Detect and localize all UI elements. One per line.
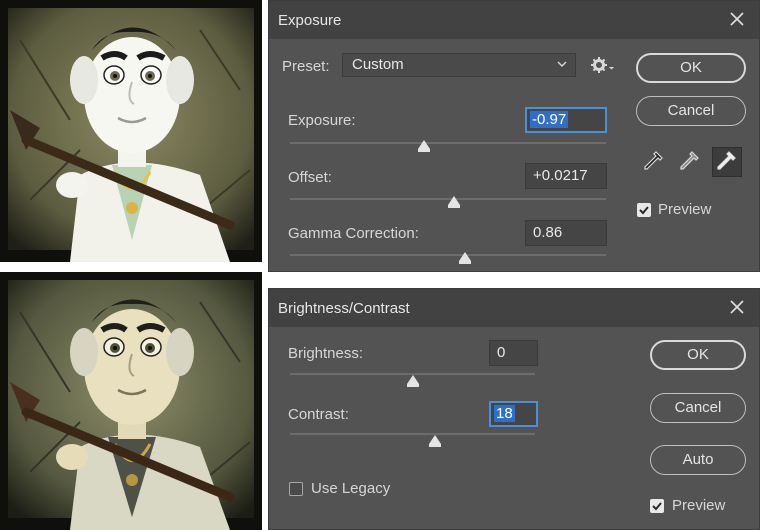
gamma-slider-track[interactable] <box>290 254 606 256</box>
exposure-preview-checkbox[interactable] <box>637 203 651 217</box>
brightness-contrast-dialog: Brightness/Contrast Brightness: 0 Contra… <box>268 288 760 530</box>
offset-slider-thumb[interactable] <box>448 196 461 208</box>
auto-button[interactable]: Auto <box>650 445 746 475</box>
black-point-eyedropper-icon[interactable] <box>640 148 670 178</box>
brightness-slider-thumb[interactable] <box>406 375 419 387</box>
contrast-value: 18 <box>494 405 515 422</box>
offset-label: Offset: <box>288 169 332 186</box>
brightness-value: 0 <box>497 344 506 361</box>
brightness-label: Brightness: <box>288 345 364 362</box>
brightness-contrast-dialog-title: Brightness/Contrast <box>278 300 410 317</box>
brightness-contrast-adjusted-character-image <box>0 272 262 530</box>
offset-value-field[interactable]: +0.0217 <box>525 163 607 189</box>
checkmark-icon <box>652 502 662 511</box>
chevron-down-icon <box>555 57 569 71</box>
gear-icon[interactable] <box>590 55 616 75</box>
brightness-contrast-cancel-button[interactable]: Cancel <box>650 393 746 423</box>
brightness-contrast-ok-button[interactable]: OK <box>650 340 746 370</box>
close-icon[interactable] <box>727 297 747 317</box>
contrast-value-field[interactable]: 18 <box>489 401 538 427</box>
exposure-slider-track[interactable] <box>290 142 606 144</box>
exposure-value: -0.97 <box>530 111 569 128</box>
exposure-label: Exposure: <box>288 112 356 129</box>
contrast-slider-thumb[interactable] <box>428 435 441 447</box>
use-legacy-label: Use Legacy <box>311 480 391 497</box>
preset-label: Preset: <box>282 58 330 75</box>
use-legacy-checkbox[interactable] <box>289 482 303 496</box>
exposure-adjusted-character-image <box>0 0 262 262</box>
brightness-contrast-preview-checkbox[interactable] <box>650 499 664 513</box>
close-icon[interactable] <box>727 9 747 29</box>
exposure-dialog: Exposure Preset: Custom Exposure: -0.97 … <box>268 0 760 272</box>
brightness-value-field[interactable]: 0 <box>489 340 538 366</box>
preset-dropdown[interactable]: Custom <box>342 53 576 77</box>
checkmark-icon <box>639 206 649 215</box>
exposure-slider-thumb[interactable] <box>418 140 431 152</box>
exposure-value-field[interactable]: -0.97 <box>525 107 607 133</box>
preset-value: Custom <box>352 56 404 73</box>
contrast-slider-track[interactable] <box>290 433 535 435</box>
gamma-correction-label: Gamma Correction: <box>288 225 419 242</box>
brightness-contrast-preview-label: Preview <box>672 497 726 514</box>
gamma-slider-thumb[interactable] <box>459 252 472 264</box>
gamma-value: 0.86 <box>533 224 563 241</box>
gamma-value-field[interactable]: 0.86 <box>525 220 607 246</box>
exposure-preview-label: Preview <box>658 201 712 218</box>
exposure-titlebar: Exposure <box>269 1 759 39</box>
white-point-eyedropper-icon[interactable] <box>712 147 742 177</box>
gray-point-eyedropper-icon[interactable] <box>676 148 706 178</box>
exposure-cancel-button[interactable]: Cancel <box>636 96 746 126</box>
contrast-label: Contrast: <box>288 406 349 423</box>
exposure-dialog-title: Exposure <box>278 12 342 29</box>
brightness-contrast-titlebar: Brightness/Contrast <box>269 289 759 327</box>
exposure-ok-button[interactable]: OK <box>636 53 746 83</box>
offset-value: +0.0217 <box>533 167 588 184</box>
